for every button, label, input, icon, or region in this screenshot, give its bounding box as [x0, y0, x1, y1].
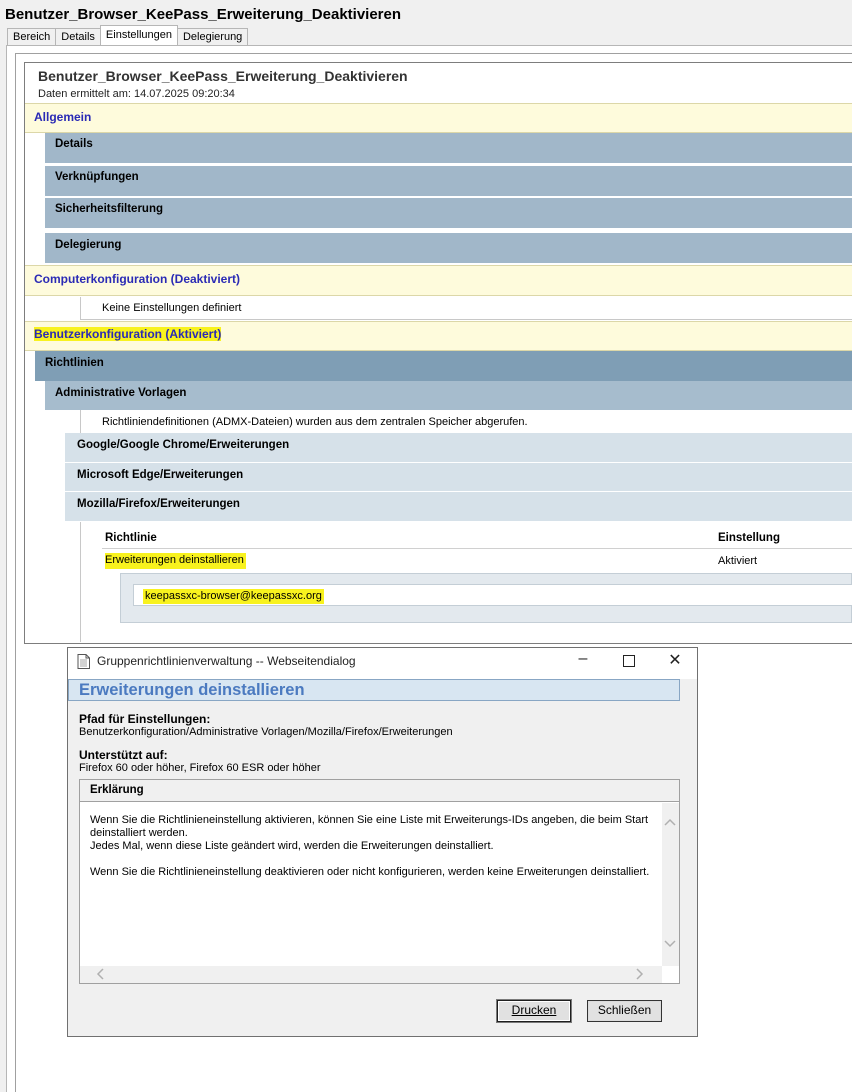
section-computerkonfiguration[interactable]: Computerkonfiguration (Deaktiviert) — [25, 265, 852, 296]
section-benutzerkonfiguration[interactable]: Benutzerkonfiguration (Aktiviert) — [25, 321, 852, 351]
tab-bar: Bereich Details Einstellungen Delegierun… — [7, 25, 249, 46]
policy-state: Aktiviert — [718, 555, 758, 567]
supported-label: Unterstützt auf: — [79, 748, 168, 762]
tab-details[interactable]: Details — [55, 28, 101, 45]
extension-id-value: keepassxc-browser@keepassxc.org — [143, 589, 324, 604]
tab-bereich[interactable]: Bereich — [7, 28, 57, 45]
path-label: Pfad für Einstellungen: — [79, 712, 211, 726]
close-icon[interactable]: ✕ — [661, 650, 689, 670]
column-header-richtlinie: Richtlinie — [105, 532, 157, 544]
section-allgemein[interactable]: Allgemein — [25, 103, 852, 133]
section-delegierung[interactable]: Delegierung — [45, 233, 852, 263]
horizontal-scrollbar[interactable] — [80, 966, 662, 983]
section-sicherheitsfilterung[interactable]: Sicherheitsfilterung — [45, 198, 852, 228]
supported-value: Firefox 60 oder höher, Firefox 60 ESR od… — [79, 762, 321, 774]
tab-einstellungen[interactable]: Einstellungen — [99, 25, 178, 45]
maximize-icon[interactable] — [623, 655, 635, 667]
column-header-einstellung: Einstellung — [718, 532, 780, 544]
report-title: Benutzer_Browser_KeePass_Erweiterung_Dea… — [38, 68, 408, 84]
path-value: Benutzerkonfiguration/Administrative Vor… — [79, 726, 453, 738]
minimize-icon[interactable]: – — [569, 650, 597, 668]
section-administrative-vorlagen[interactable]: Administrative Vorlagen — [45, 381, 852, 410]
category-google-chrome[interactable]: Google/Google Chrome/Erweiterungen — [65, 433, 852, 463]
explanation-text: Wenn Sie die Richtlinieneinstellung akti… — [90, 814, 650, 878]
scroll-up-icon[interactable] — [664, 818, 676, 826]
category-mozilla-firefox[interactable]: Mozilla/Firefox/Erweiterungen — [65, 492, 852, 522]
explanation-header: Erklärung — [80, 780, 679, 802]
scroll-down-icon[interactable] — [664, 940, 676, 948]
explanation-box — [79, 779, 680, 984]
report-timestamp: Daten ermittelt am: 14.07.2025 09:20:34 — [38, 88, 235, 100]
admx-note: Richtliniendefinitionen (ADMX-Dateien) w… — [102, 416, 528, 428]
document-icon — [77, 654, 90, 669]
section-details[interactable]: Details — [45, 133, 852, 163]
dialog-heading: Erweiterungen deinstallieren — [68, 679, 680, 701]
dialog-title: Gruppenrichtlinienverwaltung -- Webseite… — [97, 654, 356, 668]
close-button[interactable]: Schließen — [587, 1000, 662, 1022]
no-settings-text: Keine Einstellungen definiert — [102, 302, 242, 314]
window-title: Benutzer_Browser_KeePass_Erweiterung_Dea… — [5, 6, 402, 23]
print-button[interactable]: Drucken — [497, 1000, 571, 1022]
scroll-right-icon[interactable] — [636, 968, 644, 980]
scroll-left-icon[interactable] — [96, 968, 104, 980]
category-microsoft-edge[interactable]: Microsoft Edge/Erweiterungen — [65, 463, 852, 492]
tab-delegierung[interactable]: Delegierung — [176, 28, 249, 45]
policy-name[interactable]: Erweiterungen deinstallieren — [105, 553, 246, 569]
section-verknuepfungen[interactable]: Verknüpfungen — [45, 166, 852, 196]
section-richtlinien[interactable]: Richtlinien — [35, 351, 852, 381]
